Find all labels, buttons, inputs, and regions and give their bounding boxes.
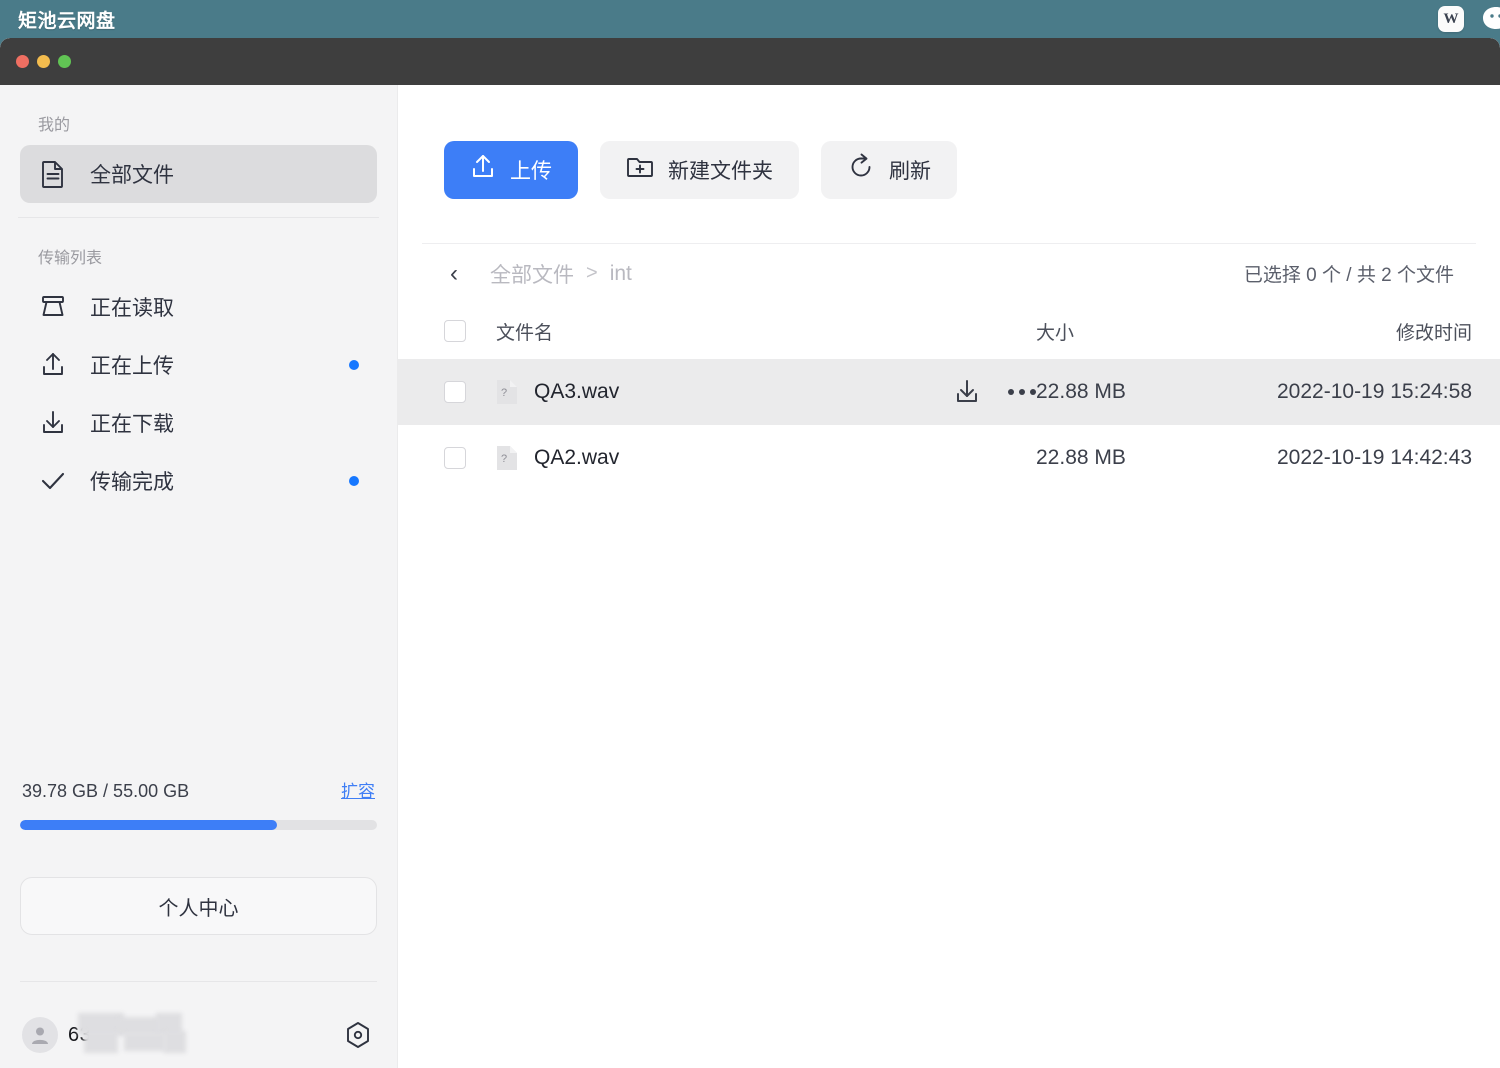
new-folder-button-label: 新建文件夹 — [668, 160, 773, 183]
back-button[interactable]: ‹ — [444, 261, 464, 286]
document-icon — [38, 159, 68, 189]
download-icon — [38, 408, 68, 438]
desktop-menubar: 矩池云网盘 W — [0, 0, 1500, 38]
refresh-button-label: 刷新 — [889, 160, 931, 183]
main-panel: 上传 新建文件夹 刷新 ‹ 全部文件 > int 已选择 0 个 / 共 2 个… — [398, 85, 1500, 1068]
breadcrumb-item-current[interactable]: int — [610, 262, 632, 286]
svg-text:?: ? — [501, 453, 507, 465]
maximize-button[interactable] — [58, 55, 71, 68]
column-header-time[interactable]: 修改时间 — [1236, 318, 1476, 345]
user-row: 63 — [0, 982, 397, 1068]
scanner-icon — [38, 292, 68, 322]
row-checkbox[interactable] — [444, 381, 466, 403]
breadcrumb-separator: > — [586, 262, 598, 284]
refresh-icon — [847, 153, 875, 187]
storage-progress-fill — [20, 820, 278, 830]
sidebar: 我的 全部文件 传输列表 正在读取 正在上传 正在下载 传输完成 39.78 G… — [0, 85, 398, 1068]
file-size: 22.88 MB — [1036, 380, 1126, 403]
upload-icon — [470, 153, 496, 187]
upload-button-label: 上传 — [510, 160, 552, 183]
chat-bubble-icon[interactable] — [1482, 5, 1500, 33]
sidebar-item-badge — [349, 476, 359, 486]
file-modified-time: 2022-10-19 14:42:43 — [1277, 446, 1472, 469]
sidebar-item-label: 全部文件 — [90, 164, 174, 187]
column-header-size[interactable]: 大小 — [1036, 318, 1236, 345]
table-row[interactable]: ? QA2.wav 22.88 MB 2022-10-19 14:42:43 — [398, 425, 1500, 491]
sidebar-item-badge — [349, 360, 359, 370]
wps-icon-glyph: W — [1443, 10, 1459, 27]
unknown-file-icon: ? — [496, 379, 518, 405]
row-actions — [952, 377, 1036, 407]
selection-count: 已选择 0 个 / 共 2 个文件 — [1243, 265, 1454, 286]
file-name[interactable]: QA2.wav — [534, 446, 619, 470]
storage-section: 39.78 GB / 55.00 GB 扩容 个人中心 — [0, 777, 397, 935]
sidebar-item-uploading[interactable]: 正在上传 — [20, 336, 377, 394]
file-name-cell: ? QA2.wav — [466, 445, 1036, 471]
column-header-name[interactable]: 文件名 — [496, 318, 1036, 345]
breadcrumb-bar: ‹ 全部文件 > int 已选择 0 个 / 共 2 个文件 — [422, 243, 1476, 303]
unknown-file-icon: ? — [496, 445, 518, 471]
storage-progress-track — [20, 820, 377, 830]
avatar[interactable] — [22, 1017, 58, 1053]
window-body: 我的 全部文件 传输列表 正在读取 正在上传 正在下载 传输完成 39.78 G… — [0, 85, 1500, 1068]
app-window: 我的 全部文件 传输列表 正在读取 正在上传 正在下载 传输完成 39.78 G… — [0, 38, 1500, 1068]
username: 63 — [68, 1023, 92, 1046]
download-icon[interactable] — [952, 377, 982, 407]
sidebar-item-label: 传输完成 — [90, 471, 174, 494]
more-icon[interactable] — [1008, 389, 1036, 395]
sidebar-section-label-transfers: 传输列表 — [38, 250, 103, 267]
minimize-button[interactable] — [37, 55, 50, 68]
sidebar-item-completed[interactable]: 传输完成 — [20, 452, 377, 510]
table-header: 文件名 大小 修改时间 — [398, 303, 1500, 359]
refresh-button[interactable]: 刷新 — [821, 141, 957, 199]
folder-plus-icon — [626, 154, 654, 186]
breadcrumb-item-root[interactable]: 全部文件 — [490, 259, 574, 289]
breadcrumb: 全部文件 > int — [490, 259, 632, 289]
check-icon — [38, 466, 68, 496]
sidebar-item-all-files[interactable]: 全部文件 — [20, 145, 377, 203]
file-name[interactable]: QA3.wav — [534, 380, 619, 404]
wps-icon[interactable]: W — [1438, 6, 1464, 32]
close-button[interactable] — [16, 55, 29, 68]
sidebar-item-reading[interactable]: 正在读取 — [20, 278, 377, 336]
upload-button[interactable]: 上传 — [444, 141, 578, 199]
svg-text:?: ? — [501, 387, 507, 399]
new-folder-button[interactable]: 新建文件夹 — [600, 141, 799, 199]
traffic-lights — [16, 55, 71, 68]
sidebar-divider — [18, 217, 379, 218]
file-modified-time: 2022-10-19 15:24:58 — [1277, 380, 1472, 403]
sidebar-item-downloading[interactable]: 正在下载 — [20, 394, 377, 452]
toolbar: 上传 新建文件夹 刷新 — [398, 85, 1500, 199]
expand-storage-link[interactable]: 扩容 — [341, 777, 375, 802]
file-name-cell: ? QA3.wav — [466, 377, 1036, 407]
row-checkbox[interactable] — [444, 447, 466, 469]
table-row[interactable]: ? QA3.wav 22.88 MB 2022-10-19 15:24:58 — [398, 359, 1500, 425]
hex-gear-icon[interactable] — [341, 1018, 375, 1052]
storage-row: 39.78 GB / 55.00 GB 扩容 — [20, 777, 377, 802]
sidebar-section-label-mine: 我的 — [38, 117, 71, 134]
select-all-checkbox[interactable] — [444, 320, 466, 342]
username-wrap: 63 — [68, 1013, 186, 1053]
storage-usage-text: 39.78 GB / 55.00 GB — [22, 781, 190, 801]
window-titlebar[interactable] — [0, 38, 1500, 85]
personal-center-button[interactable]: 个人中心 — [20, 877, 377, 935]
sidebar-item-label: 正在下载 — [90, 413, 174, 436]
file-size: 22.88 MB — [1036, 446, 1126, 469]
sidebar-item-label: 正在读取 — [90, 297, 174, 320]
upload-icon — [38, 350, 68, 380]
menubar-app-title: 矩池云网盘 — [18, 10, 116, 32]
menubar-tray: W — [1438, 5, 1500, 33]
sidebar-item-label: 正在上传 — [90, 355, 174, 378]
